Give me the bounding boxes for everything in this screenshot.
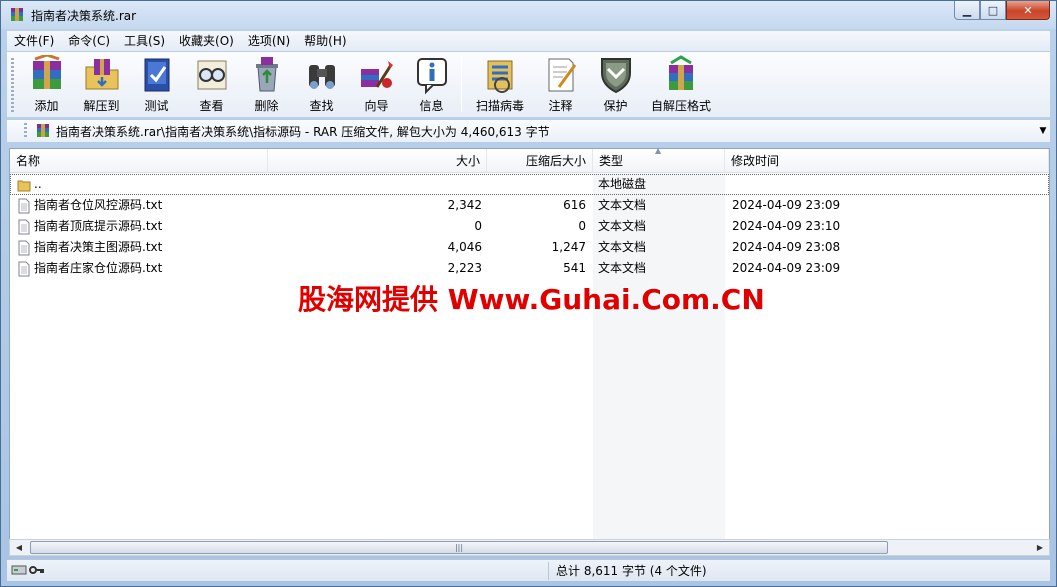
list-item-parent[interactable]: .. 本地磁盘 — [10, 174, 1049, 195]
address-bar[interactable]: 指南者决策系统.rar\指南者决策系统\指标源码 - RAR 压缩文件, 解包大… — [7, 120, 1050, 142]
toolbar: 添加 解压到 测试 查看 删除 查找 向导 信息 扫描病毒 注释 保护 自解压格… — [7, 52, 1050, 118]
text-file-icon — [18, 198, 30, 214]
watermark-text: 股海网提供 Www.Guhai.Com.CN — [298, 283, 765, 316]
column-header: 名称 大小 压缩后大小 类型 ▲ 修改时间 — [10, 146, 1049, 173]
wizard-button[interactable]: 向导 — [349, 52, 404, 116]
row-size: 2,223 — [447, 261, 482, 275]
find-button[interactable]: 查找 — [294, 52, 349, 116]
protect-button[interactable]: 保护 — [588, 52, 643, 116]
drive-icon[interactable] — [11, 563, 27, 577]
row-type: 文本文档 — [598, 198, 647, 212]
wizard-icon — [360, 61, 393, 88]
row-name: 指南者庄家仓位源码.txt — [34, 261, 163, 275]
window-title: 指南者决策系统.rar — [31, 9, 137, 23]
status-bar: 总计 8,611 字节 (4 个文件) — [7, 559, 1050, 581]
minimize-icon: ▁ — [962, 3, 972, 17]
column-name[interactable]: 名称 — [10, 149, 268, 173]
status-summary: 总计 8,611 字节 (4 个文件) — [548, 562, 1048, 580]
row-modified: 2024-04-09 23:10 — [732, 219, 841, 233]
row-packed: 1,247 — [551, 240, 586, 254]
scroll-left-icon[interactable]: ◀ — [11, 540, 27, 555]
key-icon[interactable] — [29, 563, 45, 577]
scan-virus-button[interactable]: 扫描病毒 — [467, 52, 533, 116]
test-button[interactable]: 测试 — [129, 52, 184, 116]
toolbar-separator — [461, 56, 462, 112]
row-type: 本地磁盘 — [598, 177, 647, 191]
row-modified: 2024-04-09 23:08 — [732, 240, 841, 254]
row-size: 4,046 — [447, 240, 482, 254]
winrar-app-icon — [11, 8, 23, 21]
row-modified: 2024-04-09 23:09 — [732, 198, 841, 212]
row-type: 文本文档 — [598, 261, 647, 275]
scroll-right-icon[interactable]: ▶ — [1032, 540, 1048, 555]
row-packed: 616 — [563, 198, 586, 212]
column-size[interactable]: 大小 — [268, 149, 487, 173]
menu-favorites[interactable]: 收藏夹(O) — [172, 31, 241, 51]
maximize-button[interactable]: □ — [980, 1, 1006, 20]
close-icon: ✕ — [1023, 3, 1033, 17]
minimize-button[interactable]: ▁ — [954, 1, 980, 20]
view-glasses-icon — [197, 60, 226, 90]
archive-icon — [37, 124, 49, 137]
table-row[interactable]: 指南者顶底提示源码.txt 0 0 文本文档 2024-04-09 23:10 — [10, 216, 1049, 237]
close-button[interactable]: ✕ — [1006, 1, 1050, 20]
add-archive-icon — [32, 55, 61, 89]
winrar-window: 指南者决策系统.rar ▁ □ ✕ 文件(F) 命令(C) 工具(S) 收藏夹(… — [0, 0, 1057, 587]
text-file-icon — [18, 261, 30, 277]
comment-note-icon — [548, 58, 576, 92]
row-size: 2,342 — [447, 198, 482, 212]
menu-tools[interactable]: 工具(S) — [117, 31, 172, 51]
protect-shield-icon — [600, 58, 631, 94]
row-type: 文本文档 — [598, 240, 647, 254]
chevron-down-icon[interactable]: ▼ — [1036, 126, 1050, 136]
row-name: 指南者决策主图源码.txt — [34, 240, 163, 254]
sfx-archive-icon — [669, 55, 693, 90]
table-row[interactable]: 指南者庄家仓位源码.txt 2,223 541 文本文档 2024-04-09 … — [10, 258, 1049, 279]
file-list: 名称 大小 压缩后大小 类型 ▲ 修改时间 .. 本地磁盘 指南者仓位风控源码.… — [9, 146, 1050, 540]
horizontal-scrollbar[interactable]: ◀ ||| ▶ — [9, 539, 1050, 556]
menu-commands[interactable]: 命令(C) — [61, 31, 117, 51]
delete-button[interactable]: 删除 — [239, 52, 294, 116]
extract-to-button[interactable]: 解压到 — [74, 52, 129, 116]
table-row[interactable]: 指南者决策主图源码.txt 4,046 1,247 文本文档 2024-04-0… — [10, 237, 1049, 258]
archive-path: 指南者决策系统.rar\指南者决策系统\指标源码 - RAR 压缩文件, 解包大… — [56, 124, 550, 139]
menu-options[interactable]: 选项(N) — [241, 31, 297, 51]
menu-help[interactable]: 帮助(H) — [297, 31, 353, 51]
extract-folder-icon — [85, 59, 118, 90]
info-icon — [416, 58, 447, 95]
title-bar[interactable]: 指南者决策系统.rar ▁ □ ✕ — [1, 1, 1056, 29]
sort-ascending-icon: ▲ — [655, 146, 662, 155]
row-modified: 2024-04-09 23:09 — [732, 261, 841, 275]
maximize-icon: □ — [987, 3, 999, 17]
toolbar-grip[interactable] — [11, 58, 14, 112]
column-packed-size[interactable]: 压缩后大小 — [487, 149, 593, 173]
row-name: 指南者仓位风控源码.txt — [34, 198, 163, 212]
address-grip — [24, 123, 27, 139]
row-name: .. — [34, 177, 42, 191]
scan-virus-icon — [487, 60, 513, 93]
row-size: 0 — [474, 219, 482, 233]
row-packed: 0 — [578, 219, 586, 233]
test-check-icon — [144, 58, 169, 92]
sfx-button[interactable]: 自解压格式 — [643, 52, 719, 116]
folder-icon — [17, 180, 31, 192]
comment-button[interactable]: 注释 — [533, 52, 588, 116]
delete-recycle-icon — [255, 57, 278, 92]
row-name: 指南者顶底提示源码.txt — [34, 219, 163, 233]
text-file-icon — [18, 219, 30, 235]
scrollbar-thumb[interactable]: ||| — [30, 541, 888, 554]
add-button[interactable]: 添加 — [19, 52, 74, 116]
column-modified[interactable]: 修改时间 — [725, 149, 1049, 173]
info-button[interactable]: 信息 — [404, 52, 459, 116]
text-file-icon — [18, 240, 30, 256]
menu-file[interactable]: 文件(F) — [7, 31, 61, 51]
menu-bar: 文件(F) 命令(C) 工具(S) 收藏夹(O) 选项(N) 帮助(H) — [7, 31, 1050, 51]
view-button[interactable]: 查看 — [184, 52, 239, 116]
find-binoculars-icon — [308, 65, 335, 89]
row-type: 文本文档 — [598, 219, 647, 233]
table-row[interactable]: 指南者仓位风控源码.txt 2,342 616 文本文档 2024-04-09 … — [10, 195, 1049, 216]
row-packed: 541 — [563, 261, 586, 275]
